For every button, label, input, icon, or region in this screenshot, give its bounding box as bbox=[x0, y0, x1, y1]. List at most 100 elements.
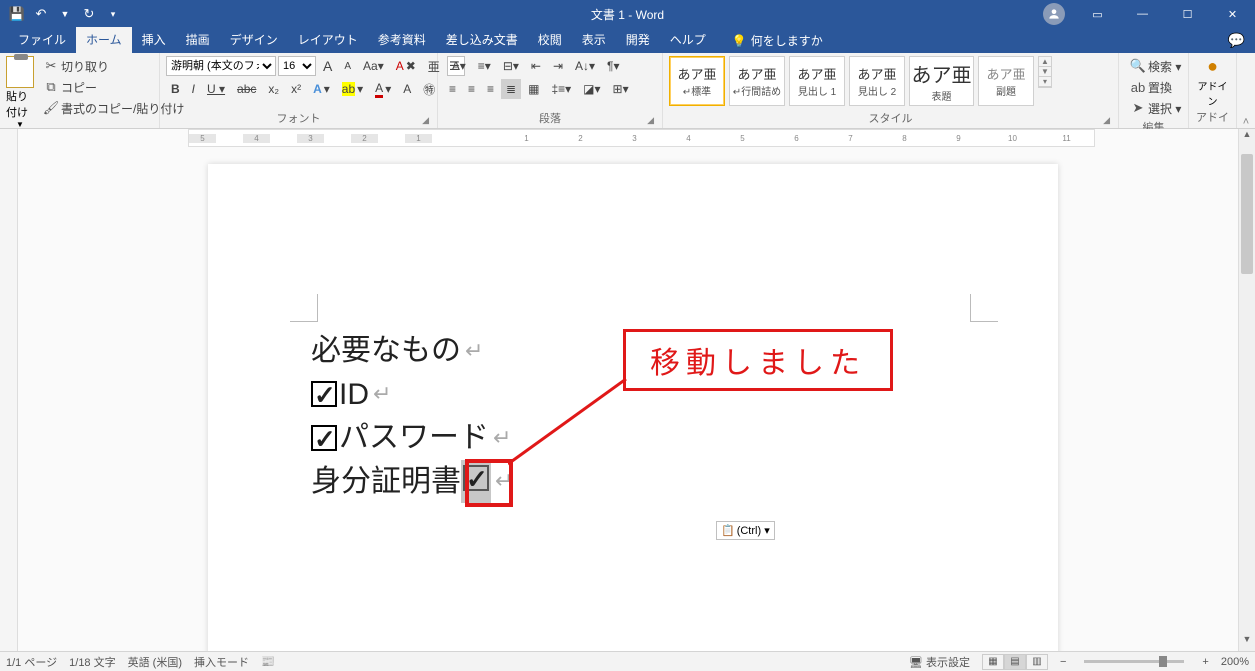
display-settings-button[interactable]: 🖥 表示設定 bbox=[909, 654, 970, 670]
styles-scroll[interactable]: ▲▼▾ bbox=[1038, 56, 1052, 88]
status-macro-icon[interactable]: 📰 bbox=[261, 655, 275, 668]
tab-file[interactable]: ファイル bbox=[8, 27, 76, 53]
styles-launcher-icon[interactable]: ◢ bbox=[1103, 115, 1110, 126]
clear-format-button[interactable]: A✖ bbox=[391, 56, 421, 76]
zoom-slider[interactable] bbox=[1084, 660, 1184, 663]
share-icon[interactable]: 💬 bbox=[1228, 32, 1245, 49]
tab-mailings[interactable]: 差し込み文書 bbox=[436, 27, 528, 53]
distribute-button[interactable]: ▦ bbox=[523, 79, 544, 99]
shrink-font-button[interactable]: A bbox=[339, 56, 356, 76]
paste-options-button[interactable]: 📋(Ctrl) ▾ bbox=[716, 521, 775, 540]
select-button[interactable]: ➤選択 ▾ bbox=[1125, 98, 1186, 118]
tab-references[interactable]: 参考資料 bbox=[368, 27, 436, 53]
tab-help[interactable]: ヘルプ bbox=[660, 27, 716, 53]
bold-button[interactable]: B bbox=[166, 79, 185, 99]
doc-line3[interactable]: パスワード bbox=[339, 416, 489, 460]
italic-button[interactable]: I bbox=[187, 79, 200, 99]
align-right-button[interactable]: ≡ bbox=[482, 79, 499, 99]
change-case-button[interactable]: Aa▾ bbox=[358, 56, 389, 76]
paragraph-launcher-icon[interactable]: ◢ bbox=[647, 115, 654, 126]
view-print-icon[interactable]: ▤ bbox=[1004, 654, 1026, 670]
highlight-button[interactable]: ab▾ bbox=[337, 79, 368, 99]
align-left-button[interactable]: ≡ bbox=[444, 79, 461, 99]
line-spacing-button[interactable]: ‡≡▾ bbox=[546, 79, 576, 99]
enclose-char-button[interactable]: ㊕ bbox=[418, 79, 440, 99]
style-normal[interactable]: あア亜↵標準 bbox=[669, 56, 725, 106]
justify-button[interactable]: ≣ bbox=[501, 79, 521, 99]
tab-layout[interactable]: レイアウト bbox=[288, 27, 368, 53]
status-language[interactable]: 英語 (米国) bbox=[128, 654, 182, 670]
char-shading-button[interactable]: A bbox=[398, 79, 416, 99]
zoom-level[interactable]: 200% bbox=[1221, 656, 1249, 668]
redo-icon[interactable]: ↻ bbox=[78, 3, 100, 25]
style-subtitle[interactable]: あア亜副題 bbox=[978, 56, 1034, 106]
grow-font-button[interactable]: A bbox=[318, 56, 337, 76]
undo-dropdown-icon[interactable]: ▼ bbox=[54, 3, 76, 25]
tell-me-search[interactable]: 💡何をしますか bbox=[724, 28, 831, 53]
addins-icon[interactable]: ● bbox=[1207, 56, 1218, 77]
undo-icon[interactable]: ↶ bbox=[30, 3, 52, 25]
paste-button[interactable]: 貼り付け ▼ bbox=[6, 56, 34, 129]
collapse-ribbon-icon[interactable]: ˄ bbox=[1237, 53, 1255, 128]
status-words[interactable]: 1/18 文字 bbox=[69, 654, 115, 670]
view-web-icon[interactable]: ▥ bbox=[1026, 654, 1048, 670]
tab-view[interactable]: 表示 bbox=[572, 27, 616, 53]
underline-button[interactable]: U ▾ bbox=[202, 79, 230, 99]
style-title[interactable]: あア亜表題 bbox=[909, 56, 974, 106]
font-launcher-icon[interactable]: ◢ bbox=[422, 115, 429, 126]
doc-line4[interactable]: 身分証明書 bbox=[311, 460, 461, 504]
tab-draw[interactable]: 描画 bbox=[176, 27, 220, 53]
strikethrough-button[interactable]: abc bbox=[232, 79, 261, 99]
maximize-icon[interactable]: ☐ bbox=[1165, 0, 1210, 28]
style-heading1[interactable]: あア亜見出し 1 bbox=[789, 56, 845, 106]
tab-design[interactable]: デザイン bbox=[220, 27, 288, 53]
page[interactable]: 必要なもの↵ ID↵ パスワード↵ 身分証明書↵ 移動しました 📋(Ctrl) … bbox=[208, 164, 1058, 651]
vertical-scrollbar[interactable]: ▲ ▼ bbox=[1238, 129, 1255, 651]
show-marks-button[interactable]: ¶▾ bbox=[602, 56, 624, 76]
multilevel-button[interactable]: ⊟▾ bbox=[498, 56, 524, 76]
bullets-button[interactable]: ☰▾ bbox=[444, 56, 471, 76]
decrease-indent-button[interactable]: ⇤ bbox=[526, 56, 546, 76]
save-icon[interactable]: 💾 bbox=[6, 3, 28, 25]
scroll-thumb[interactable] bbox=[1241, 154, 1253, 274]
find-label: 検索 ▾ bbox=[1148, 58, 1181, 75]
addins-button[interactable]: アドイン bbox=[1195, 78, 1230, 108]
numbering-button[interactable]: ≡▾ bbox=[473, 56, 496, 76]
subscript-button[interactable]: x₂ bbox=[263, 79, 284, 99]
close-icon[interactable]: ✕ bbox=[1210, 0, 1255, 28]
sort-button[interactable]: A↓▾ bbox=[570, 56, 600, 76]
view-read-icon[interactable]: ▦ bbox=[982, 654, 1004, 670]
font-size-select[interactable]: 16 bbox=[278, 56, 316, 76]
horizontal-ruler[interactable]: 5432112345678910111213141516171819202122… bbox=[188, 129, 1095, 147]
tab-insert[interactable]: 挿入 bbox=[132, 27, 176, 53]
style-heading2[interactable]: あア亜見出し 2 bbox=[849, 56, 905, 106]
status-page[interactable]: 1/1 ページ bbox=[6, 654, 57, 670]
user-avatar[interactable] bbox=[1043, 3, 1065, 25]
scroll-down-icon[interactable]: ▼ bbox=[1239, 634, 1255, 651]
document-viewport[interactable]: 5432112345678910111213141516171819202122… bbox=[18, 129, 1255, 651]
vertical-ruler[interactable] bbox=[0, 129, 18, 651]
shading-button[interactable]: ◪▾ bbox=[578, 79, 605, 99]
font-name-select[interactable]: 游明朝 (本文のフォン bbox=[166, 56, 276, 76]
increase-indent-button[interactable]: ⇥ bbox=[548, 56, 568, 76]
minimize-icon[interactable]: — bbox=[1120, 0, 1165, 28]
zoom-in-button[interactable]: + bbox=[1202, 656, 1208, 668]
doc-line2[interactable]: ID bbox=[339, 373, 369, 417]
scroll-up-icon[interactable]: ▲ bbox=[1239, 129, 1255, 146]
replace-button[interactable]: ab置換 bbox=[1125, 77, 1177, 97]
font-color-button[interactable]: A▾ bbox=[370, 79, 396, 99]
qat-customize-icon[interactable]: ▾ bbox=[102, 3, 124, 25]
find-button[interactable]: 🔍検索 ▾ bbox=[1125, 56, 1186, 76]
ribbon-display-icon[interactable]: ▭ bbox=[1075, 0, 1120, 28]
status-insert-mode[interactable]: 挿入モード bbox=[194, 654, 249, 670]
tab-home[interactable]: ホーム bbox=[76, 27, 132, 53]
style-no-spacing[interactable]: あア亜↵行間詰め bbox=[729, 56, 785, 106]
borders-button[interactable]: ⊞▾ bbox=[608, 79, 634, 99]
tab-developer[interactable]: 開発 bbox=[616, 27, 660, 53]
align-center-button[interactable]: ≡ bbox=[463, 79, 480, 99]
zoom-out-button[interactable]: − bbox=[1060, 656, 1066, 668]
superscript-button[interactable]: x² bbox=[286, 79, 306, 99]
tab-review[interactable]: 校閲 bbox=[528, 27, 572, 53]
doc-line1[interactable]: 必要なもの bbox=[311, 329, 461, 373]
text-effects-button[interactable]: A▾ bbox=[308, 79, 335, 99]
